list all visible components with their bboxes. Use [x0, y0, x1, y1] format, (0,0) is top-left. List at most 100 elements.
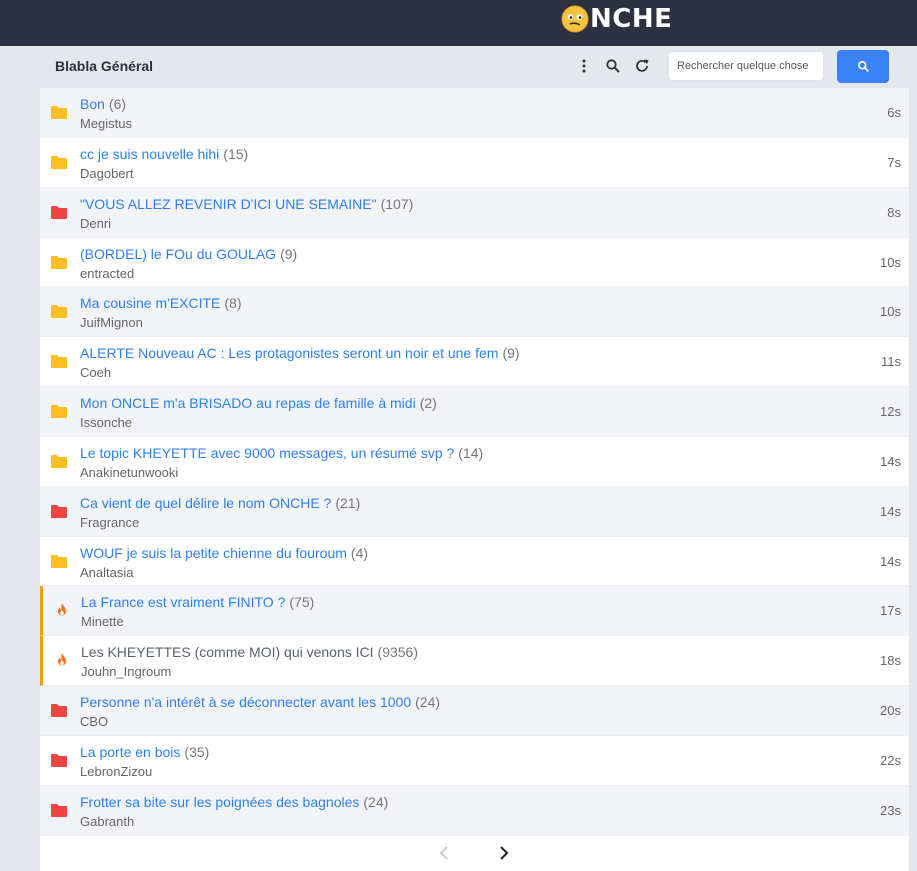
pagination — [40, 835, 909, 871]
topic-title-line: Ca vient de quel délire le nom ONCHE ? (2… — [80, 495, 360, 511]
topic-count: (15) — [223, 145, 249, 162]
topic-row[interactable]: Mon ONCLE m'a BRISADO au repas de famill… — [40, 387, 909, 437]
topic-title-line: ALERTE Nouveau AC : Les protagonistes se… — [80, 345, 520, 361]
topic-author[interactable]: Megistus — [80, 116, 132, 131]
topic-time: 18s — [880, 653, 901, 669]
fire-icon — [58, 653, 66, 666]
topic-count: (4) — [350, 544, 369, 561]
topic-row[interactable]: La porte en bois (35) LebronZizou 22s — [40, 736, 909, 786]
next-page-icon[interactable] — [495, 845, 511, 861]
topic-count: (35) — [184, 743, 210, 760]
topic-time: 14s — [880, 553, 901, 569]
topic-title[interactable]: Ca vient de quel délire le nom ONCHE ? — [80, 495, 331, 511]
logo-text: NCHE — [590, 4, 673, 34]
topic-title[interactable]: La porte en bois — [80, 744, 180, 760]
topic-row[interactable]: (BORDEL) le FOu du GOULAG (9) entracted 10s — [40, 238, 909, 288]
topic-title[interactable]: Mon ONCLE m'a BRISADO au repas de famill… — [80, 395, 416, 411]
topic-title[interactable]: WOUF je suis la petite chienne du fourou… — [80, 545, 347, 561]
topic-count: (9356) — [377, 644, 418, 661]
topic-title[interactable]: (BORDEL) le FOu du GOULAG — [80, 246, 276, 262]
topic-count: (9) — [502, 345, 520, 362]
topic-author[interactable]: JuifMignon — [80, 315, 143, 330]
topic-row[interactable]: Bon (6) Megistus 6s — [40, 88, 909, 138]
topic-author[interactable]: Dagobert — [80, 166, 133, 181]
topic-author[interactable]: Coeh — [80, 365, 111, 380]
smiley-face-icon — [561, 5, 589, 33]
topic-count: (8) — [224, 295, 242, 312]
topic-title-line: cc je suis nouvelle hihi (15) — [80, 146, 248, 162]
topic-title[interactable]: Le topic KHEYETTE avec 9000 messages, un… — [80, 445, 454, 461]
topic-title[interactable]: La France est vraiment FINITO ? — [81, 594, 285, 610]
topic-row[interactable]: La France est vraiment FINITO ? (75) Minet… — [40, 586, 909, 637]
topic-author[interactable]: entracted — [80, 266, 134, 281]
topic-title[interactable]: Frotter sa bite sur les poignées des bag… — [80, 794, 359, 810]
folder-yellow-icon — [51, 405, 67, 419]
topic-author[interactable]: Issonche — [80, 415, 132, 430]
topic-title[interactable]: ALERTE Nouveau AC : Les protagonistes se… — [80, 345, 498, 361]
search-input[interactable] — [668, 51, 824, 81]
topic-row[interactable]: ALERTE Nouveau AC : Les protagonistes se… — [40, 337, 909, 388]
topic-count: (9) — [280, 245, 298, 262]
topic-row[interactable]: Frotter sa bite sur les poignées des bag… — [40, 785, 909, 836]
topic-author[interactable]: Analtasia — [80, 565, 133, 580]
topic-title-line: La France est vraiment FINITO ? (75) — [81, 594, 314, 610]
topic-row[interactable]: Ma cousine m'EXCITE (8) JuifMignon 10s — [40, 287, 909, 338]
topic-row[interactable]: Les KHEYETTES (comme MOI) qui venons ICI… — [40, 636, 909, 687]
folder-red-icon — [51, 504, 67, 518]
topic-time: 8s — [887, 204, 901, 220]
topic-author[interactable]: Denri — [80, 216, 111, 231]
topic-title[interactable]: Personne n'a intérêt à se déconnecter av… — [80, 694, 411, 710]
topic-count: (107) — [380, 195, 414, 212]
topic-title[interactable]: "VOUS ALLEZ REVENIR D'ICI UNE SEMAINE" — [80, 196, 377, 212]
folder-red-icon — [51, 803, 67, 817]
topic-row[interactable]: WOUF je suis la petite chienne du fourou… — [40, 537, 909, 587]
folder-yellow-icon — [51, 554, 67, 568]
folder-yellow-icon — [51, 305, 67, 319]
topic-time: 6s — [887, 105, 901, 120]
topic-title[interactable]: Bon — [80, 96, 105, 112]
folder-red-icon — [51, 753, 67, 767]
topic-count: (6) — [108, 96, 127, 112]
topic-row[interactable]: Le topic KHEYETTE avec 9000 messages, un… — [40, 437, 909, 487]
forum-title: Blabla Général — [55, 58, 154, 74]
topic-author[interactable]: Minette — [81, 614, 124, 629]
topic-time: 14s — [880, 503, 901, 519]
topic-title-line: (BORDEL) le FOu du GOULAG (9) — [80, 246, 297, 262]
topic-title[interactable]: Les KHEYETTES (comme MOI) qui venons ICI — [81, 644, 374, 660]
topic-author[interactable]: LebronZizou — [80, 764, 152, 779]
topic-row[interactable]: "VOUS ALLEZ REVENIR D'ICI UNE SEMAINE" (1… — [40, 187, 909, 238]
topic-count: (14) — [458, 444, 484, 461]
topic-title-line: Bon (6) — [80, 96, 126, 112]
topic-time: 12s — [880, 404, 901, 420]
refresh-icon[interactable] — [634, 58, 650, 74]
topic-time: 10s — [880, 254, 901, 270]
topic-time: 22s — [880, 752, 901, 768]
folder-yellow-icon — [51, 155, 67, 169]
topic-author[interactable]: Gabranth — [80, 814, 134, 829]
topic-time: 17s — [880, 603, 901, 619]
topic-count: (21) — [335, 494, 361, 511]
topic-author[interactable]: Anakinetunwooki — [80, 465, 178, 480]
search-icon[interactable] — [605, 58, 621, 74]
topic-time: 7s — [887, 154, 901, 170]
topic-title[interactable]: Ma cousine m'EXCITE — [80, 295, 220, 311]
topic-author[interactable]: Jouhn_Ingroum — [81, 664, 171, 679]
topic-row[interactable]: Personne n'a intérêt à se déconnecter av… — [40, 686, 909, 736]
top-navbar: NCHE — [0, 0, 917, 46]
site-logo[interactable]: NCHE — [561, 4, 673, 34]
topic-row[interactable]: cc je suis nouvelle hihi (15) Dagobert 7s — [40, 138, 909, 188]
folder-yellow-icon — [51, 355, 67, 369]
folder-yellow-icon — [51, 454, 67, 468]
topic-title-line: Personne n'a intérêt à se déconnecter av… — [80, 694, 440, 710]
topic-count: (2) — [419, 395, 437, 412]
topic-author[interactable]: Fragrance — [80, 515, 139, 530]
topic-author[interactable]: CBO — [80, 714, 108, 729]
topic-row[interactable]: Ca vient de quel délire le nom ONCHE ? (2… — [40, 486, 909, 537]
more-options-icon[interactable] — [576, 58, 592, 74]
previous-page-icon[interactable] — [437, 845, 453, 861]
topic-title[interactable]: cc je suis nouvelle hihi — [80, 146, 219, 162]
forum-toolbar: Blabla Général — [0, 46, 917, 88]
topic-title-line: Le topic KHEYETTE avec 9000 messages, un… — [80, 445, 483, 461]
search-button[interactable] — [837, 50, 889, 83]
topic-title-line: Mon ONCLE m'a BRISADO au repas de famill… — [80, 395, 437, 411]
